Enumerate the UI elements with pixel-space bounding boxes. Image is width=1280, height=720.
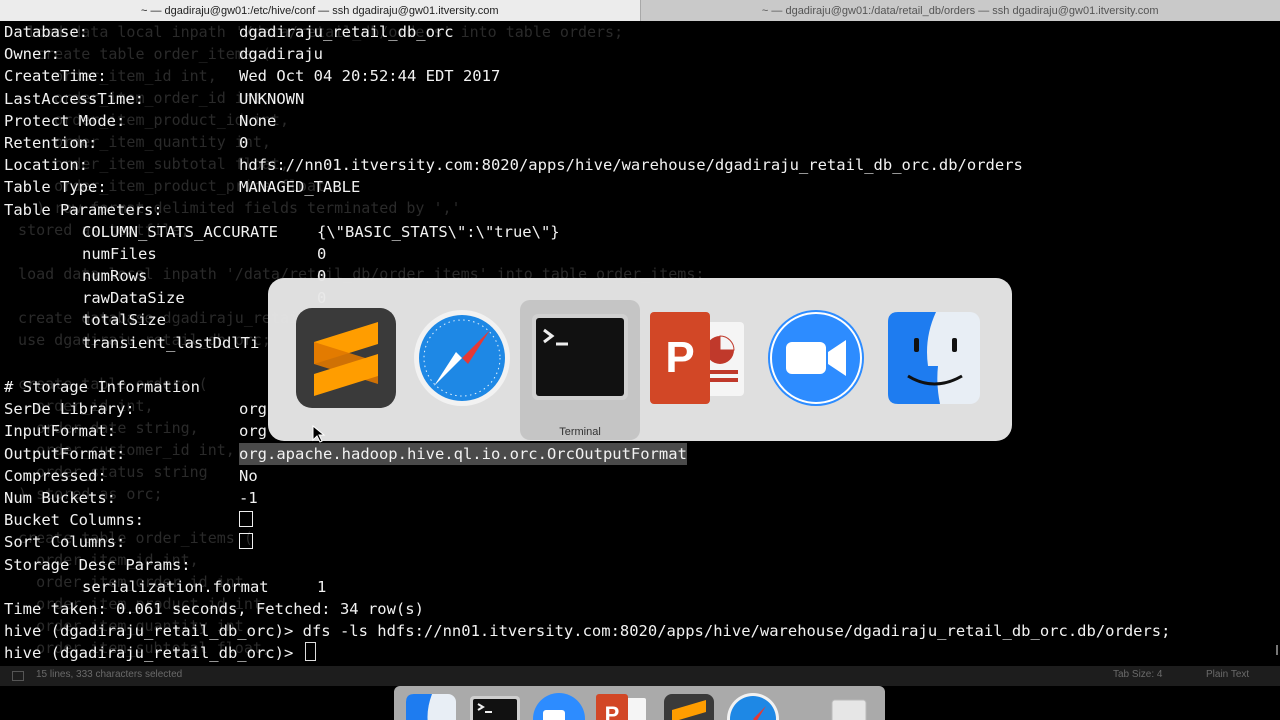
terminal-icon[interactable] xyxy=(530,308,630,408)
svg-text:P: P xyxy=(605,702,620,720)
tab-bar: ~ — dgadiraju@gw01:/etc/hive/conf — ssh … xyxy=(0,0,1280,22)
mouse-pointer-icon xyxy=(312,425,326,443)
dock-safari-icon[interactable] xyxy=(726,692,780,720)
storage-line: Sort Columns: xyxy=(4,531,1170,553)
scroll-indicator xyxy=(1276,645,1278,655)
finder-icon[interactable] xyxy=(884,308,984,408)
table-param-line: numFiles 0 xyxy=(82,244,327,263)
panel-icon[interactable] xyxy=(12,671,24,681)
terminal-cursor xyxy=(304,642,316,662)
terminal-line: LastAccessTime: UNKNOWN xyxy=(4,89,305,108)
storage-line: Storage Desc Params: xyxy=(4,555,191,574)
dock-zoom-icon[interactable] xyxy=(532,692,586,720)
terminal-line: CreateTime: Wed Oct 04 20:52:44 EDT 2017 xyxy=(4,67,501,86)
sublime-text-icon[interactable] xyxy=(296,308,396,408)
empty-box-glyph xyxy=(239,511,253,528)
terminal-line: Location: hdfs://nn01.itversity.com:8020/… xyxy=(4,156,1023,175)
tab-hive-conf[interactable]: ~ — dgadiraju@gw01:/etc/hive/conf — ssh … xyxy=(0,0,640,21)
terminal-line: Table Type: MANAGED_TABLE xyxy=(4,178,361,197)
table-param-line: COLUMN_STATS_ACCURATE {\"BASIC_STATS\":\"… xyxy=(82,222,560,241)
empty-box-glyph xyxy=(239,533,253,550)
dock-powerpoint-icon[interactable]: P xyxy=(594,692,648,720)
editor-status-bar: 15 lines, 333 characters selected Tab Si… xyxy=(0,666,1280,686)
dock: P xyxy=(394,686,885,720)
dock-trash-icon[interactable] xyxy=(822,692,876,720)
terminal-line: Table Parameters: xyxy=(4,200,163,219)
zoom-icon[interactable] xyxy=(766,308,866,408)
tab-size-status[interactable]: Tab Size: 4 xyxy=(1113,669,1162,680)
dock-sublime-text-icon[interactable] xyxy=(662,692,716,720)
terminal-line: Owner: dgadiraju xyxy=(4,45,323,64)
terminal-line: Database: dgadiraju_retail_db_orc xyxy=(4,23,454,41)
app-switcher-label: Terminal xyxy=(559,426,601,438)
prompt-line[interactable]: hive (dgadiraju_retail_db_orc)> xyxy=(4,642,1170,664)
storage-line: Bucket Columns: xyxy=(4,509,1170,531)
tab-retail-db-orders[interactable]: ~ — dgadiraju@gw01:/data/retail_db/order… xyxy=(639,0,1280,21)
safari-icon[interactable] xyxy=(412,308,512,408)
terminal-line: Retention: 0 xyxy=(4,133,249,152)
selection-status: 15 lines, 333 characters selected xyxy=(36,669,183,680)
dock-terminal-icon[interactable] xyxy=(468,692,522,720)
svg-text:P: P xyxy=(665,333,694,382)
time-taken-line: Time taken: 0.061 seconds, Fetched: 34 r… xyxy=(4,599,424,618)
storage-line: Compressed: No xyxy=(4,466,258,485)
syntax-status[interactable]: Plain Text xyxy=(1206,669,1249,680)
storage-line: serialization.format 1 xyxy=(82,577,327,596)
selected-text[interactable]: org.apache.hadoop.hive.ql.io.orc.OrcOutp… xyxy=(239,442,687,465)
terminal-line: Protect Mode: None xyxy=(4,111,277,130)
dock-finder-icon[interactable] xyxy=(404,692,458,720)
app-switcher: P Terminal xyxy=(268,278,1012,441)
storage-line: Num Buckets: -1 xyxy=(4,488,258,507)
powerpoint-icon[interactable]: P xyxy=(648,308,748,408)
command-line: hive (dgadiraju_retail_db_orc)> dfs -ls … xyxy=(4,622,1171,641)
storage-line: OutputFormat: org.apache.hadoop.hive.ql.i… xyxy=(4,442,1170,465)
